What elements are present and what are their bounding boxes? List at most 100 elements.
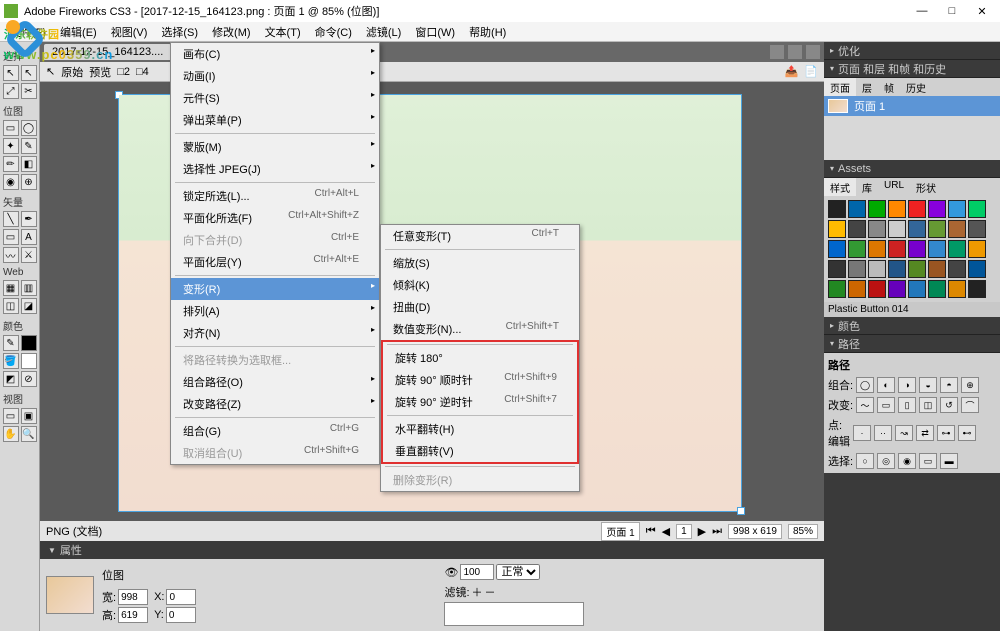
optimize-panel-head[interactable]: 优化 xyxy=(824,42,1000,60)
menu-item[interactable]: 锁定所选(L)...Ctrl+Alt+L xyxy=(171,185,379,207)
style-swatch[interactable] xyxy=(928,220,946,238)
menu-item[interactable]: 变形(R) xyxy=(171,278,379,300)
style-swatch[interactable] xyxy=(828,240,846,258)
scale-tool[interactable]: ⤢ xyxy=(3,83,19,99)
reverse-icon[interactable]: ↺ xyxy=(940,397,958,413)
style-swatch[interactable] xyxy=(888,220,906,238)
menu-view[interactable]: 视图(V) xyxy=(105,22,154,42)
x-input[interactable] xyxy=(166,589,196,605)
divide-icon[interactable]: ⊕ xyxy=(961,377,979,393)
view-pointer-icon[interactable]: ↖ xyxy=(46,65,55,78)
hotspot-tool[interactable]: ▦ xyxy=(3,280,19,296)
pages-panel-head[interactable]: 页面 和层 和帧 和历史 xyxy=(824,60,1000,78)
sel5-icon[interactable]: ▬ xyxy=(940,453,958,469)
text-tool[interactable]: A xyxy=(21,229,37,245)
no-color[interactable]: ⊘ xyxy=(21,371,37,387)
menu-item[interactable]: 弹出菜单(P) xyxy=(171,109,379,131)
submenu-item[interactable]: 数值变形(N)...Ctrl+Shift+T xyxy=(381,318,579,340)
expand-icon[interactable]: ▭ xyxy=(877,397,895,413)
fillet-icon[interactable]: ⌒ xyxy=(961,397,979,413)
doc-close-icon[interactable] xyxy=(806,45,820,59)
style-swatch[interactable] xyxy=(828,200,846,218)
style-swatch[interactable] xyxy=(908,220,926,238)
doc-min-icon[interactable] xyxy=(770,45,784,59)
freeform-tool[interactable]: 〰 xyxy=(3,247,19,263)
opacity-input[interactable] xyxy=(460,564,494,580)
fullscreen-view[interactable]: ▣ xyxy=(21,408,37,424)
tab-layers[interactable]: 层 xyxy=(856,78,878,96)
style-swatch[interactable] xyxy=(828,260,846,278)
submenu-item[interactable]: 扭曲(D) xyxy=(381,296,579,318)
crop-icon[interactable]: ◓ xyxy=(940,377,958,393)
show-slice-tool[interactable]: ◪ xyxy=(21,298,37,314)
default-colors[interactable]: ◩ xyxy=(3,371,19,387)
style-swatch[interactable] xyxy=(968,240,986,258)
style-swatch[interactable] xyxy=(948,200,966,218)
blur-tool[interactable]: ◉ xyxy=(3,174,19,190)
submenu-item[interactable]: 缩放(S) xyxy=(381,252,579,274)
union-icon[interactable]: ◯ xyxy=(856,377,874,393)
submenu-item[interactable]: 旋转 90° 顺时针Ctrl+Shift+9 xyxy=(383,369,577,391)
style-swatch[interactable] xyxy=(908,260,926,278)
tab-url[interactable]: URL xyxy=(878,178,910,196)
intersect-icon[interactable]: ◑ xyxy=(898,377,916,393)
menu-help[interactable]: 帮助(H) xyxy=(463,22,512,42)
style-swatch[interactable] xyxy=(948,220,966,238)
menu-item[interactable]: 画布(C) xyxy=(171,43,379,65)
line-tool[interactable]: ╲ xyxy=(3,211,19,227)
add-filter-icon[interactable]: ＋ xyxy=(472,584,483,600)
style-swatch[interactable] xyxy=(968,260,986,278)
properties-panel-head[interactable]: 属性 xyxy=(40,541,824,559)
page-item[interactable]: 页面 1 xyxy=(824,96,1000,116)
pointer-tool[interactable]: ↖ xyxy=(3,65,19,81)
menu-file[interactable]: 文件(F) xyxy=(4,22,52,42)
style-swatch[interactable] xyxy=(828,220,846,238)
colors-panel-head[interactable]: 颜色 xyxy=(824,317,1000,335)
zoom-tool[interactable]: 🔍 xyxy=(21,426,37,442)
pt5-icon[interactable]: ⊶ xyxy=(937,425,955,441)
y-input[interactable] xyxy=(166,607,196,623)
style-swatch[interactable] xyxy=(908,200,926,218)
menu-text[interactable]: 文本(T) xyxy=(259,22,307,42)
knife-tool[interactable]: ⚔ xyxy=(21,247,37,263)
brush-tool[interactable]: ✎ xyxy=(21,138,37,154)
menu-item[interactable]: 平面化所选(F)Ctrl+Alt+Shift+Z xyxy=(171,207,379,229)
view-export-icon[interactable]: 📤 xyxy=(785,65,799,78)
menu-item[interactable]: 元件(S) xyxy=(171,87,379,109)
height-input[interactable] xyxy=(118,607,148,623)
stroke-color[interactable]: ✎ xyxy=(3,335,19,351)
style-swatch[interactable] xyxy=(928,260,946,278)
status-page[interactable]: 页面 1 xyxy=(601,522,639,541)
submenu-item[interactable]: 旋转 90° 逆时针Ctrl+Shift+7 xyxy=(383,391,577,413)
tab-library[interactable]: 库 xyxy=(856,178,878,196)
style-swatch[interactable] xyxy=(848,260,866,278)
submenu-item[interactable]: 任意变形(T)Ctrl+T xyxy=(381,225,579,247)
blend-select[interactable]: 正常 xyxy=(496,564,540,580)
sel2-icon[interactable]: ◎ xyxy=(877,453,895,469)
eraser-tool[interactable]: ◧ xyxy=(21,156,37,172)
style-swatch[interactable] xyxy=(888,260,906,278)
pencil-tool[interactable]: ✏ xyxy=(3,156,19,172)
remove-filter-icon[interactable]: － xyxy=(485,584,496,600)
close-button[interactable]: ✕ xyxy=(976,5,988,17)
minimize-button[interactable]: — xyxy=(916,5,928,17)
style-swatch[interactable] xyxy=(848,200,866,218)
menu-command[interactable]: 命令(C) xyxy=(309,22,358,42)
wand-tool[interactable]: ✦ xyxy=(3,138,19,154)
pt4-icon[interactable]: ⇄ xyxy=(916,425,934,441)
style-swatch[interactable] xyxy=(908,280,926,298)
paths-panel-head[interactable]: 路径 xyxy=(824,335,1000,353)
tab-styles[interactable]: 样式 xyxy=(824,178,856,196)
pt6-icon[interactable]: ⊷ xyxy=(958,425,976,441)
style-swatch[interactable] xyxy=(868,260,886,278)
view-preview[interactable]: 预览 xyxy=(89,64,111,80)
stamp-tool[interactable]: ⊕ xyxy=(21,174,37,190)
assets-panel-head[interactable]: Assets xyxy=(824,160,1000,178)
slice-tool[interactable]: ▥ xyxy=(21,280,37,296)
pt1-icon[interactable]: · xyxy=(853,425,871,441)
submenu-item[interactable]: 垂直翻转(V) xyxy=(383,440,577,462)
submenu-item[interactable]: 水平翻转(H) xyxy=(383,418,577,440)
maximize-button[interactable]: □ xyxy=(946,5,958,17)
tab-pages[interactable]: 页面 xyxy=(824,78,856,96)
hide-slice-tool[interactable]: ◫ xyxy=(3,298,19,314)
